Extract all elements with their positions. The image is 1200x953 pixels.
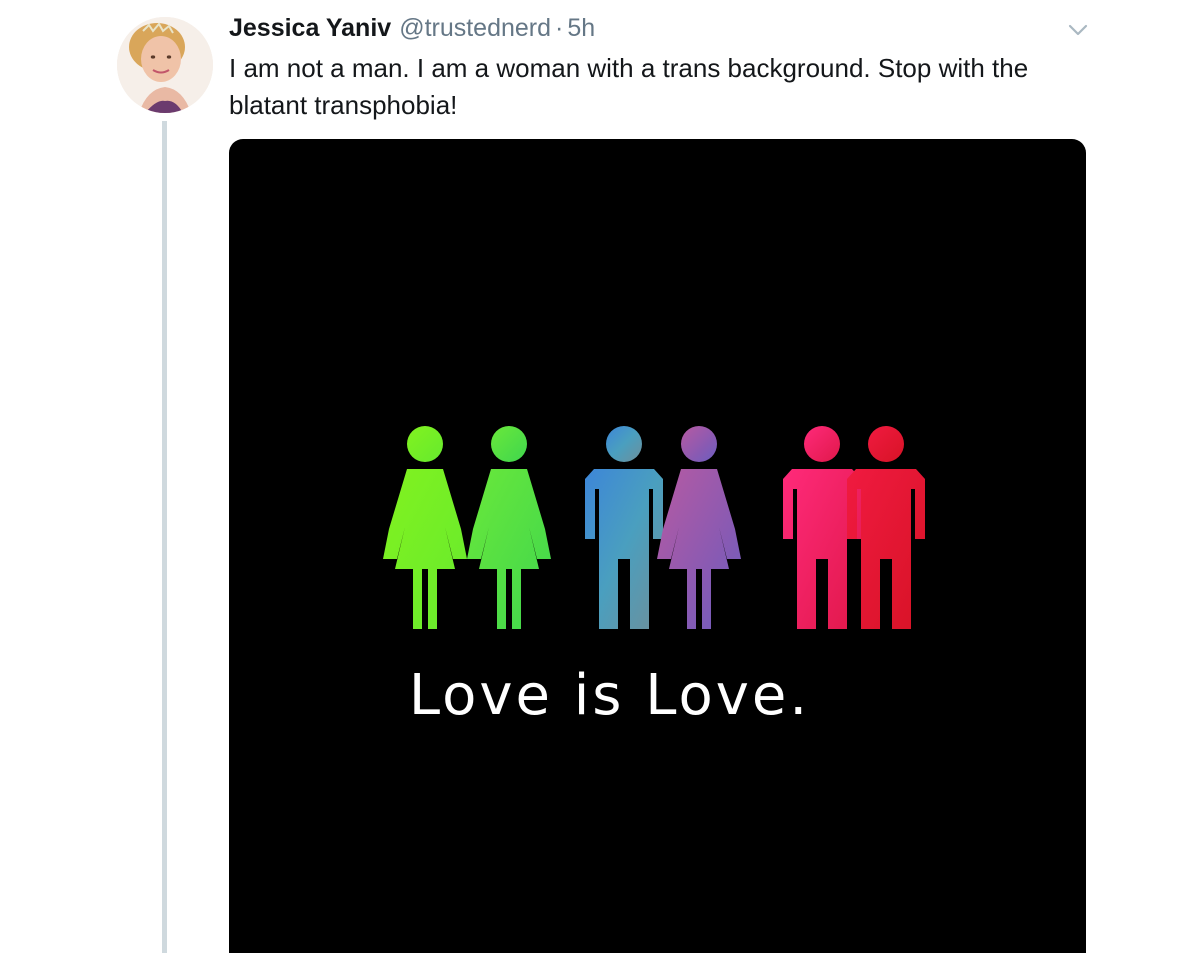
tweet-header: Jessica Yaniv @trustednerd · 5h [229,10,595,46]
user-handle[interactable]: @trustednerd [399,14,551,43]
avatar[interactable] [117,17,213,113]
tweet-text: I am not a man. I am a woman with a tran… [229,53,1029,120]
woman-figure-green-1-icon [383,426,467,629]
love-is-love-image [383,426,925,629]
chevron-down-icon[interactable] [1066,18,1090,42]
woman-figure-green-2-icon [467,426,551,629]
profile-photo-icon [117,17,213,113]
tweet: Jessica Yaniv @trustednerd · 5h I am not… [0,0,1200,953]
thread-line [162,121,167,953]
image-caption: Love is Love. [408,663,811,728]
man-figure-blue-icon [585,426,663,629]
display-name[interactable]: Jessica Yaniv [229,14,391,43]
woman-figure-pink-icon [657,426,741,629]
tweet-media[interactable]: Love is Love. [229,139,1086,953]
timestamp[interactable]: 5h [567,14,595,43]
separator-dot: · [555,13,564,42]
